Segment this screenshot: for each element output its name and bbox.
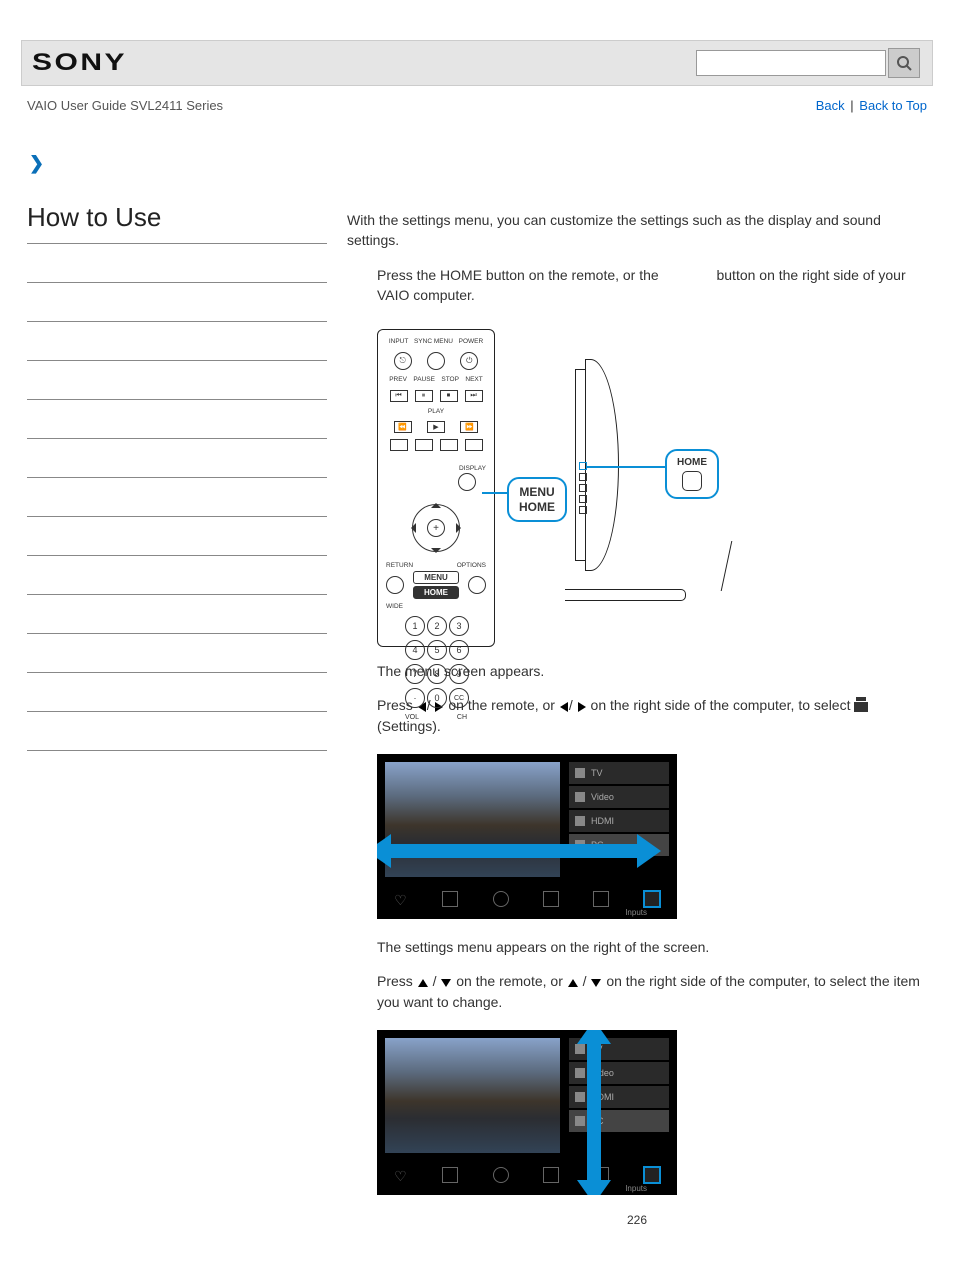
- remote-label-display: DISPLAY: [459, 465, 486, 472]
- horizontal-arrow-overlay: [389, 844, 639, 858]
- monitor-diagram: HOME: [555, 359, 755, 619]
- step1-text-a: Press the HOME button on the remote, or …: [377, 267, 663, 283]
- arrow-down-icon: [441, 979, 451, 987]
- callout-line: [482, 492, 507, 494]
- screenshot-menu-list: TV Video HDMI PC: [569, 1038, 669, 1158]
- remote-label-wide: WIDE: [386, 603, 403, 610]
- sidebar-divider: [27, 282, 327, 283]
- breadcrumb-row: VAIO User Guide SVL2411 Series Back | Ba…: [21, 86, 933, 113]
- remote-label-stop: STOP: [441, 376, 459, 383]
- page-number: 226: [347, 1213, 927, 1227]
- header-bar: SONY: [21, 40, 933, 86]
- back-to-top-link[interactable]: Back to Top: [859, 98, 927, 113]
- menu-item-hdmi: HDMI: [591, 816, 614, 826]
- remote-num-3: 3: [449, 616, 469, 636]
- remote-menu-button: MENU: [413, 571, 459, 584]
- step3-text-mid: on the remote, or: [456, 973, 567, 989]
- sidebar-divider: [27, 516, 327, 517]
- sidebar-divider: [27, 438, 327, 439]
- settings-icon: [854, 702, 868, 712]
- search-box: [696, 48, 920, 78]
- remote-diagram: INPUT SYNC MENU POWER ⎋⏻ PREV PAUSE STOP…: [377, 329, 495, 647]
- remote-label-next: NEXT: [465, 376, 482, 383]
- screenshot-preview-image: [385, 1038, 560, 1153]
- menu-item-video: Video: [591, 792, 614, 802]
- sidebar-divider: [27, 243, 327, 244]
- remote-num-9: 9: [449, 664, 469, 684]
- menu-screenshot-horizontal: TV Video HDMI PC ♡ Inputs: [377, 754, 677, 919]
- intro-text: With the settings menu, you can customiz…: [347, 210, 927, 251]
- arrow-left-icon: [560, 702, 568, 712]
- remote-num-1: 1: [405, 616, 425, 636]
- remote-label-play: PLAY: [386, 408, 486, 415]
- screenshot-inputs-icon: [644, 1167, 660, 1183]
- sidebar-divider: [27, 594, 327, 595]
- sidebar-divider: [27, 399, 327, 400]
- screenshot-inputs-label: Inputs: [625, 1184, 647, 1193]
- monitor-callout: HOME: [665, 449, 719, 499]
- sidebar-heading: How to Use: [27, 202, 327, 233]
- remote-label-sync: SYNC MENU: [414, 338, 453, 345]
- screenshot-inputs-icon: [644, 891, 660, 907]
- nav-links: Back | Back to Top: [816, 98, 927, 113]
- chevron-right-icon: ❯: [29, 153, 933, 174]
- sidebar-divider: [27, 711, 327, 712]
- sidebar-divider: [27, 321, 327, 322]
- remote-dpad: +: [406, 498, 466, 558]
- remote-label-options: OPTIONS: [457, 562, 486, 569]
- guide-title: VAIO User Guide SVL2411 Series: [27, 98, 223, 113]
- remote-num-6: 6: [449, 640, 469, 660]
- remote-label-input: INPUT: [389, 338, 409, 345]
- sidebar-divider: [27, 750, 327, 751]
- search-input[interactable]: [696, 50, 886, 76]
- arrow-up-icon: [568, 979, 578, 987]
- nav-separator: |: [850, 98, 853, 113]
- remote-num-dot: ·: [405, 688, 425, 708]
- remote-num-8: 8: [427, 664, 447, 684]
- menu-item-tv: TV: [591, 768, 603, 778]
- step-1: Press the HOME button on the remote, or …: [347, 265, 927, 306]
- sidebar: How to Use: [27, 184, 327, 1227]
- step3-text-a: Press: [377, 973, 417, 989]
- remote-vol-label: VOL: [405, 714, 419, 721]
- back-link[interactable]: Back: [816, 98, 845, 113]
- remote-num-0: 0: [427, 688, 447, 708]
- sidebar-divider: [27, 477, 327, 478]
- sidebar-divider: [27, 555, 327, 556]
- step-2-result: The settings menu appears on the right o…: [347, 937, 927, 1012]
- remote-numpad: 1 2 3 4 5 6 7 8 9 · 0 CC: [386, 616, 486, 708]
- remote-num-5: 5: [427, 640, 447, 660]
- step2-after-text: The settings menu appears on the right o…: [377, 937, 927, 957]
- remote-label-return: RETURN: [386, 562, 413, 569]
- remote-num-cc: CC: [449, 688, 469, 708]
- sidebar-divider: [27, 360, 327, 361]
- search-icon: [896, 55, 912, 71]
- sidebar-divider: [27, 672, 327, 673]
- main-content: With the settings menu, you can customiz…: [327, 184, 927, 1227]
- screenshot-preview-image: [385, 762, 560, 877]
- remote-label-power: POWER: [459, 338, 484, 345]
- remote-home-button: HOME: [413, 586, 459, 599]
- arrow-down-icon: [591, 979, 601, 987]
- remote-label-pause: PAUSE: [413, 376, 435, 383]
- remote-num-7: 7: [405, 664, 425, 684]
- arrow-up-icon: [418, 979, 428, 987]
- sidebar-divider: [27, 633, 327, 634]
- brand-logo: SONY: [32, 49, 127, 77]
- callout-line: [587, 466, 665, 468]
- menu-screenshot-vertical: TV Video HDMI PC ♡ Inputs: [377, 1030, 677, 1195]
- vertical-arrow-overlay: [587, 1042, 601, 1182]
- step2-text-b: on the right side of the computer, to se…: [591, 697, 855, 713]
- screenshot-inputs-label: Inputs: [625, 908, 647, 917]
- callout-menu-label: MENU: [519, 485, 555, 499]
- search-button[interactable]: [888, 48, 920, 78]
- diagram-row: INPUT SYNC MENU POWER ⎋⏻ PREV PAUSE STOP…: [347, 323, 927, 661]
- arrow-right-icon: [578, 702, 586, 712]
- remote-label-prev: PREV: [389, 376, 407, 383]
- callout-monitor-home-label: HOME: [677, 457, 707, 468]
- remote-num-2: 2: [427, 616, 447, 636]
- callout-home-label: HOME: [519, 500, 555, 514]
- remote-num-4: 4: [405, 640, 425, 660]
- remote-ch-label: CH: [457, 714, 467, 721]
